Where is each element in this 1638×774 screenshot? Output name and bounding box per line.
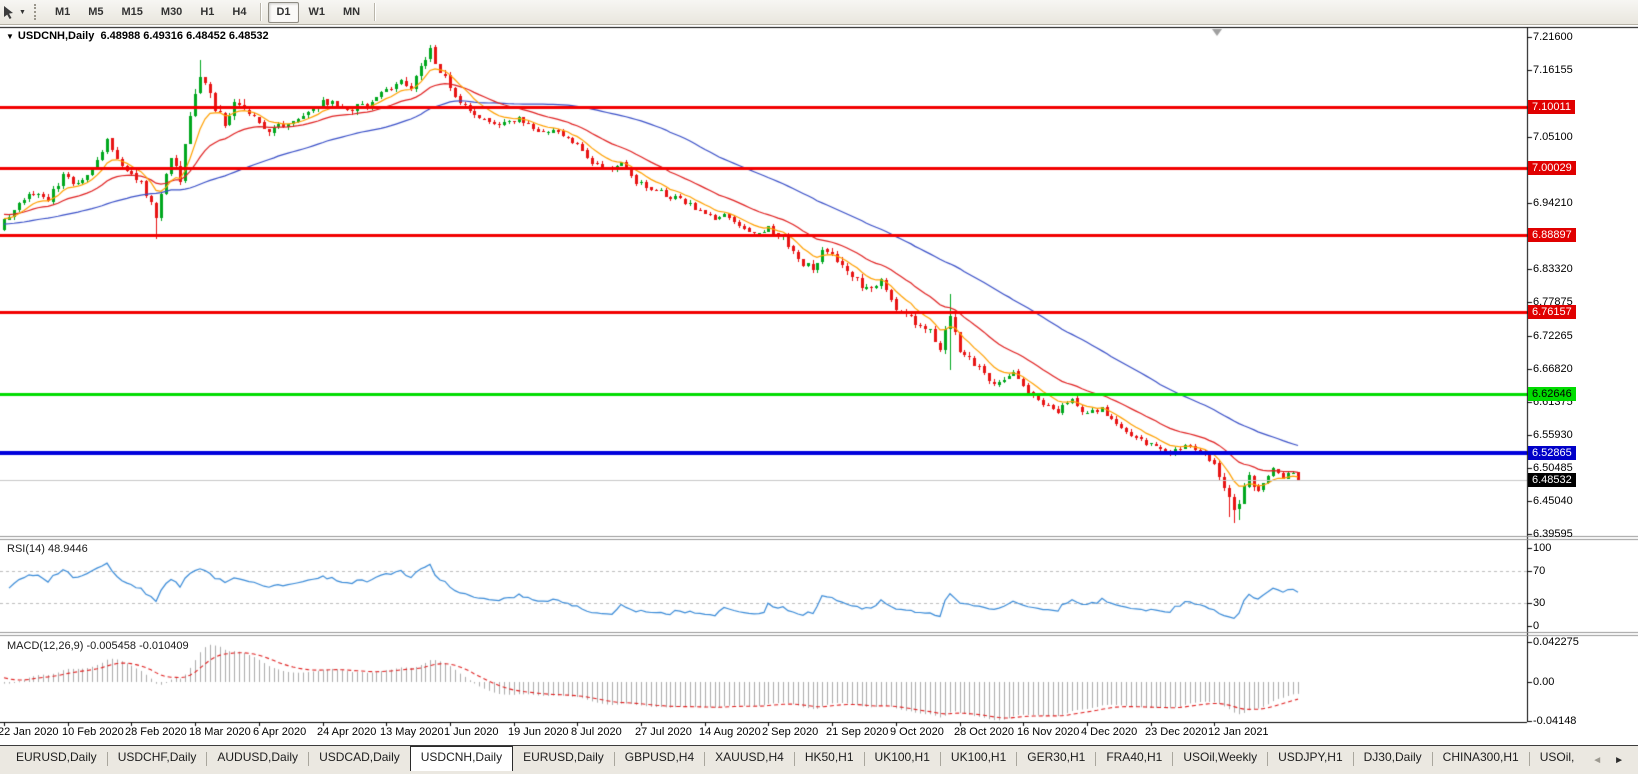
- chart-collapse-arrow-icon[interactable]: ▼: [6, 32, 14, 41]
- date-axis-label: 19 Jun 2020: [508, 726, 569, 738]
- price-axis-tick-label: 6.83320: [1533, 263, 1573, 275]
- price-axis-tick-label: 6.72265: [1533, 330, 1573, 342]
- chart-tab-bar: EURUSD,DailyUSDCHF,DailyAUDUSD,DailyUSDC…: [0, 745, 1638, 774]
- price-axis-tick-label: 7.21600: [1533, 31, 1573, 43]
- price-axis-tick-label: 6.45040: [1533, 495, 1573, 507]
- level-price-badge: 6.62646: [1528, 387, 1576, 401]
- toolbar-separator: [260, 3, 262, 21]
- timeframe-button-MN[interactable]: MN: [335, 2, 368, 23]
- timeframe-button-M30[interactable]: M30: [153, 2, 190, 23]
- macd-axis-tick-label: 0.00: [1533, 676, 1554, 688]
- date-axis-label: 10 Feb 2020: [62, 726, 124, 738]
- chart-symbol-period: USDCNH,Daily: [18, 30, 94, 42]
- chart-tab-usdcnh-daily[interactable]: USDCNH,Daily: [410, 746, 513, 771]
- chart-tab-audusd-daily[interactable]: AUDUSD,Daily: [207, 746, 308, 771]
- timeframe-button-D1[interactable]: D1: [268, 2, 298, 23]
- tab-scroll-left-icon[interactable]: ◄: [1592, 755, 1602, 766]
- date-axis-label: 4 Dec 2020: [1081, 726, 1137, 738]
- rsi-axis-tick-label: 0: [1533, 620, 1539, 632]
- date-axis-label: 21 Sep 2020: [826, 726, 888, 738]
- timeframe-toolbar: ▼ M1M5M15M30H1H4 D1W1MN: [0, 0, 1638, 25]
- timeframe-button-H4[interactable]: H4: [224, 2, 254, 23]
- price-axis-tick-label: 6.66820: [1533, 363, 1573, 375]
- price-axis-tick-label: 6.39595: [1533, 528, 1573, 540]
- current-price-badge: 6.48532: [1528, 473, 1576, 487]
- toolbar-separator: [374, 3, 376, 21]
- macd-indicator-label: MACD(12,26,9) -0.005458 -0.010409: [7, 640, 189, 652]
- timeframe-button-M1[interactable]: M1: [47, 2, 78, 23]
- chart-tab-usdjpy-h1[interactable]: USDJPY,H1: [1268, 746, 1352, 771]
- chart-tab-fra40-h1[interactable]: FRA40,H1: [1096, 746, 1172, 771]
- chart-tab-eurusd-daily[interactable]: EURUSD,Daily: [513, 746, 614, 771]
- dropdown-caret-icon: ▼: [19, 9, 26, 16]
- timeframe-button-group: M1M5M15M30H1H4 D1W1MN: [46, 0, 381, 24]
- macd-axis-tick-label: 0.042275: [1533, 636, 1579, 648]
- timeframe-button-H1[interactable]: H1: [192, 2, 222, 23]
- tab-scroll-arrows: ◄ ►: [1582, 746, 1638, 774]
- mt4-chart-window: ▼ M1M5M15M30H1H4 D1W1MN ▼ USDCNH,Daily 6.4…: [0, 0, 1638, 774]
- toolbar-grip[interactable]: [34, 4, 39, 20]
- macd-axis-tick-label: -0.04148: [1533, 715, 1576, 727]
- chart-tab-uk100-h1[interactable]: UK100,H1: [865, 746, 940, 771]
- timeframe-button-M15[interactable]: M15: [114, 2, 151, 23]
- chart-ohlc-values: 6.48988 6.49316 6.48452 6.48532: [100, 30, 268, 42]
- rsi-axis-tick-label: 100: [1533, 542, 1551, 554]
- date-axis-label: 8 Jul 2020: [571, 726, 622, 738]
- date-axis-label: 1 Jun 2020: [444, 726, 498, 738]
- date-axis-label: 18 Mar 2020: [189, 726, 251, 738]
- date-axis-label: 14 Aug 2020: [699, 726, 761, 738]
- chart-tab-uk100-h1[interactable]: UK100,H1: [941, 746, 1016, 771]
- rsi-indicator-label: RSI(14) 48.9446: [7, 543, 88, 555]
- level-price-badge: 6.52865: [1528, 446, 1576, 460]
- price-axis-tick-label: 7.16155: [1533, 64, 1573, 76]
- price-axis-tick-label: 7.05100: [1533, 131, 1573, 143]
- date-axis-label: 23 Dec 2020: [1145, 726, 1207, 738]
- date-axis-label: 24 Apr 2020: [317, 726, 376, 738]
- chart-tab-xauusd-h4[interactable]: XAUUSD,H4: [705, 746, 794, 771]
- date-axis-label: 6 Apr 2020: [253, 726, 306, 738]
- chart-canvas[interactable]: [0, 25, 1638, 745]
- date-axis-label: 9 Oct 2020: [890, 726, 944, 738]
- level-price-badge: 6.88897: [1528, 228, 1576, 242]
- chart-title: ▼ USDCNH,Daily 6.48988 6.49316 6.48452 6.…: [6, 30, 269, 42]
- level-price-badge: 7.00029: [1528, 161, 1576, 175]
- date-axis-label: 16 Nov 2020: [1017, 726, 1079, 738]
- chart-tab-ger30-h1[interactable]: GER30,H1: [1017, 746, 1095, 771]
- chart-tab-hk50-h1[interactable]: HK50,H1: [795, 746, 864, 771]
- chart-tab-dj30-daily[interactable]: DJ30,Daily: [1354, 746, 1432, 771]
- chart-tab-usoil-[interactable]: USOil,: [1530, 746, 1585, 771]
- chart-tab-usdcad-daily[interactable]: USDCAD,Daily: [309, 746, 410, 771]
- price-axis-tick-label: 6.94210: [1533, 197, 1573, 209]
- chart-tab-usoil-weekly[interactable]: USOil,Weekly: [1173, 746, 1267, 771]
- date-axis-label: 22 Jan 2020: [0, 726, 59, 738]
- chart-tab-usdchf-daily[interactable]: USDCHF,Daily: [108, 746, 207, 771]
- pointer-cursor-icon: [2, 5, 16, 20]
- date-axis-label: 13 May 2020: [380, 726, 444, 738]
- chart-area: ▼ USDCNH,Daily 6.48988 6.49316 6.48452 6.…: [0, 25, 1638, 745]
- date-axis-label: 27 Jul 2020: [635, 726, 692, 738]
- chart-tab-gbpusd-h4[interactable]: GBPUSD,H4: [615, 746, 704, 771]
- chart-tabs: EURUSD,DailyUSDCHF,DailyAUDUSD,DailyUSDC…: [6, 746, 1584, 771]
- cursor-tool-button[interactable]: ▼: [0, 5, 30, 20]
- tab-scroll-right-icon[interactable]: ►: [1614, 755, 1624, 766]
- timeframe-button-M5[interactable]: M5: [80, 2, 111, 23]
- rsi-axis-tick-label: 30: [1533, 597, 1545, 609]
- timeframe-button-W1[interactable]: W1: [301, 2, 334, 23]
- level-price-badge: 6.76157: [1528, 305, 1576, 319]
- date-axis-label: 28 Oct 2020: [954, 726, 1014, 738]
- date-axis-label: 2 Sep 2020: [762, 726, 818, 738]
- chart-tab-china300-h1[interactable]: CHINA300,H1: [1433, 746, 1529, 771]
- date-axis-label: 12 Jan 2021: [1208, 726, 1269, 738]
- price-axis-tick-label: 6.55930: [1533, 429, 1573, 441]
- date-axis-label: 28 Feb 2020: [125, 726, 187, 738]
- chart-tab-eurusd-daily[interactable]: EURUSD,Daily: [6, 746, 107, 771]
- level-price-badge: 7.10011: [1528, 100, 1575, 114]
- rsi-axis-tick-label: 70: [1533, 565, 1545, 577]
